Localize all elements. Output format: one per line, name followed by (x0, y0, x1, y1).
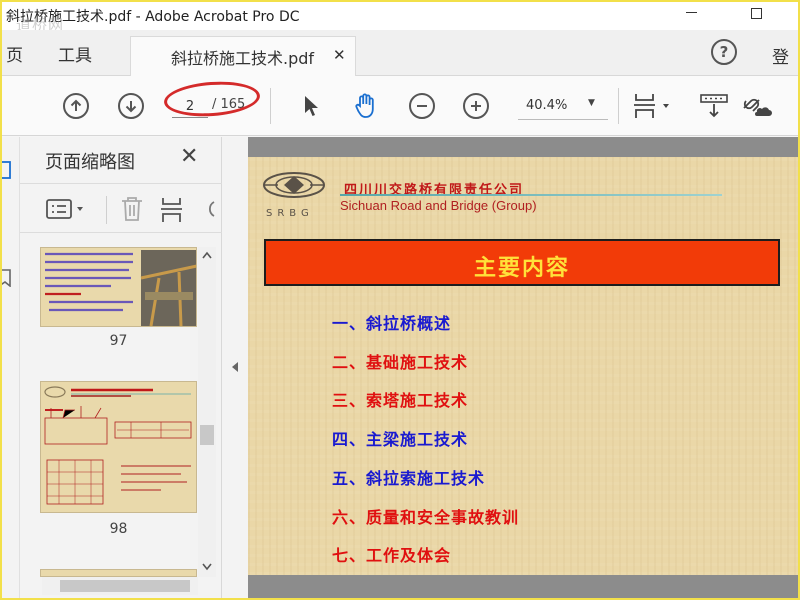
select-tool-button[interactable] (298, 92, 324, 120)
arrow-down-icon (125, 101, 137, 113)
horizontal-scrollbar-thumb[interactable] (60, 580, 190, 592)
link-cloud-icon (743, 98, 772, 116)
thumbnail-preview (44, 386, 192, 505)
minimize-icon (685, 11, 697, 13)
contents-item: 六、质量和安全事故教训 (332, 507, 520, 527)
minimize-button[interactable] (668, 2, 714, 30)
extract-page-icon[interactable] (160, 196, 186, 224)
toolbar-divider (618, 88, 619, 124)
minus-icon (417, 105, 427, 107)
zoom-value: 40.4% (526, 98, 568, 113)
page-thumbnail-98[interactable] (40, 381, 197, 513)
scroll-down-icon[interactable] (202, 563, 212, 571)
title-bar: 斜拉桥施工技术.pdf - Adobe Acrobat Pro DC 道桥网 (2, 2, 798, 34)
toolbar: 2 / 165 40.4% ▼ (2, 76, 798, 136)
scroll-up-icon[interactable] (202, 251, 212, 259)
zoom-out-button[interactable] (409, 93, 435, 119)
contents-item: 七、工作及体会 (332, 546, 452, 566)
thumbnail-label: 98 (109, 521, 128, 537)
scrollbar-thumb[interactable] (200, 425, 214, 445)
plus-icon (471, 101, 481, 111)
contents-item: 五、斜拉索施工技术 (332, 468, 486, 488)
next-page-button[interactable] (118, 93, 144, 119)
previous-page-button[interactable] (63, 93, 89, 119)
zoom-in-button[interactable] (463, 93, 489, 119)
signin-link[interactable]: 登 (772, 43, 789, 68)
close-tab-icon[interactable]: ✕ (333, 46, 346, 64)
close-panel-icon[interactable]: ✕ (180, 144, 198, 169)
thumbnail-preview (45, 250, 196, 326)
cursor-arrow-icon (305, 96, 318, 116)
document-view[interactable]: SRBG 四川川交路桥有限责任公司 Sichuan Road and Bridg… (248, 137, 798, 598)
thumbnail-horizontal-scrollbar[interactable] (42, 577, 198, 595)
bookmark-icon[interactable] (2, 269, 12, 287)
panel-divider (106, 196, 107, 224)
panel-toolbar (20, 183, 222, 233)
trash-icon[interactable] (120, 196, 144, 222)
chevron-down-icon: ▼ (588, 98, 595, 108)
navigation-strip (2, 137, 20, 598)
page-thumbnails-icon[interactable] (2, 161, 12, 179)
contents-item: 四、主梁施工技术 (332, 430, 469, 450)
panel-collapse-strip[interactable] (222, 137, 248, 598)
pdf-page: SRBG 四川川交路桥有限责任公司 Sichuan Road and Bridg… (248, 157, 798, 575)
tab-home[interactable]: 页 (6, 41, 23, 66)
thumbnail-label: 97 (109, 333, 128, 349)
maximize-button[interactable] (733, 2, 779, 30)
page-display-button[interactable] (632, 92, 674, 120)
arrow-up-icon (70, 99, 82, 111)
tab-tools[interactable]: 工具 (58, 41, 92, 66)
rotate-page-icon[interactable] (204, 198, 220, 220)
tab-document[interactable]: 斜拉桥施工技术.pdf ✕ (130, 36, 356, 76)
help-icon[interactable]: ? (711, 39, 737, 65)
contents-item: 一、斜拉桥概述 (332, 314, 452, 333)
tab-bar: 页 工具 斜拉桥施工技术.pdf ✕ ? 登 (2, 30, 798, 76)
page-thumbnails-panel: 页面缩略图 ✕ 97 98 (20, 137, 222, 598)
hand-tool-button[interactable] (350, 90, 382, 122)
thumbnail-options-icon[interactable] (46, 198, 88, 220)
hand-icon (355, 93, 374, 118)
zoom-level-select[interactable]: 40.4% ▼ (518, 94, 608, 120)
contents-item: 三、索塔施工技术 (332, 391, 469, 411)
scanner-icon (700, 94, 728, 118)
company-name-english: Sichuan Road and Bridge (Group) (340, 198, 537, 213)
heading-banner: 主要内容 (264, 239, 780, 286)
page-thumbnail-97[interactable] (40, 247, 197, 327)
page-fit-icon (634, 94, 669, 118)
document-tab-label: 斜拉桥施工技术.pdf (171, 49, 315, 68)
logo-text: SRBG (266, 208, 314, 219)
thumbnail-scrollbar[interactable] (198, 247, 216, 577)
contents-item: 二、基础施工技术 (332, 352, 469, 372)
header-rule (340, 194, 722, 196)
panel-title: 页面缩略图 (45, 152, 135, 173)
share-link-button[interactable] (739, 92, 773, 120)
red-annotation-ellipse (162, 78, 262, 120)
page-thumbnail-99[interactable] (40, 569, 197, 577)
page-heading: 主要内容 (473, 255, 570, 281)
collapse-arrow-icon[interactable] (231, 361, 239, 373)
maximize-icon (750, 7, 762, 19)
acrobat-window: 斜拉桥施工技术.pdf - Adobe Acrobat Pro DC 道桥网 页… (2, 2, 798, 598)
toolbar-divider (270, 88, 271, 124)
scan-tool-button[interactable] (699, 92, 729, 120)
